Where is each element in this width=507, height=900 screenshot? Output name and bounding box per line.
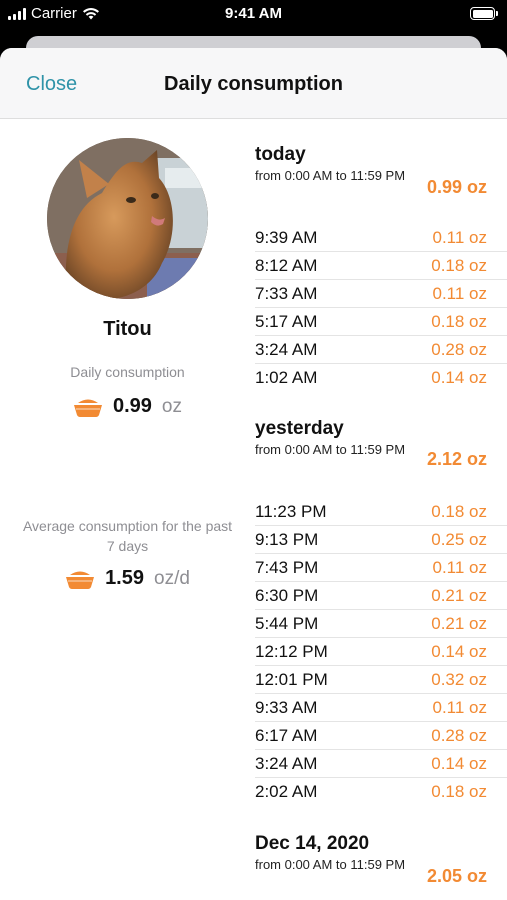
consumption-entry[interactable]: 5:44 PM 0.21 oz	[255, 610, 507, 638]
entry-time: 5:44 PM	[255, 614, 319, 633]
entry-amount: 0.11 oz	[432, 558, 487, 577]
consumption-entry[interactable]: 9:13 PM 0.25 oz	[255, 526, 507, 554]
average-consumption-stat: 1.59 oz/d	[0, 567, 255, 590]
consumption-entry[interactable]: 11:23 PM 0.18 oz	[255, 498, 507, 526]
nav-bar: Close Daily consumption	[0, 48, 507, 119]
day-total: 2.12 oz	[426, 449, 487, 469]
entry-time: 2:02 AM	[255, 782, 318, 801]
entry-amount: 0.21 oz	[431, 586, 487, 605]
average-consumption-unit: oz/d	[154, 567, 190, 589]
entry-time: 6:30 PM	[255, 586, 319, 605]
consumption-entry[interactable]: 6:30 PM 0.21 oz	[255, 582, 507, 610]
average-consumption-value: 1.59	[105, 567, 144, 589]
day-title: yesterday	[255, 418, 344, 439]
consumption-entry[interactable]: 9:39 AM 0.11 oz	[255, 224, 507, 252]
entry-time: 3:24 AM	[255, 754, 318, 773]
consumption-sheet: Close Daily consumption Titou Daily cons…	[0, 48, 507, 900]
consumption-entry[interactable]: 9:33 AM 0.11 oz	[255, 694, 507, 722]
pet-avatar	[47, 138, 208, 299]
entry-amount: 0.28 oz	[431, 340, 487, 359]
daily-consumption-unit: oz	[161, 395, 182, 417]
consumption-entry[interactable]: 6:17 AM 0.28 oz	[255, 722, 507, 750]
bowl-icon	[66, 571, 95, 589]
consumption-entry[interactable]: 7:43 PM 0.11 oz	[255, 554, 507, 582]
day-range: from 0:00 AM to 11:59 PM	[255, 168, 406, 183]
day-range: from 0:00 AM to 11:59 PM	[255, 857, 406, 872]
entry-amount: 0.32 oz	[431, 670, 487, 689]
entry-amount: 0.18 oz	[431, 312, 487, 331]
entry-amount: 0.14 oz	[431, 368, 487, 387]
entry-amount: 0.11 oz	[432, 284, 487, 303]
bowl-icon	[73, 399, 102, 417]
entry-time: 3:24 AM	[255, 340, 318, 359]
day-total: 2.05 oz	[426, 866, 487, 886]
entry-time: 7:43 PM	[255, 558, 319, 577]
entry-time: 12:12 PM	[255, 642, 328, 661]
entry-amount: 0.11 oz	[432, 228, 487, 247]
day-total: 0.99 oz	[426, 177, 487, 197]
average-consumption-label: Average consumption for the past 7 days	[22, 518, 233, 554]
daily-consumption-label: Daily consumption	[70, 364, 185, 380]
entry-time: 6:17 AM	[255, 726, 318, 745]
page-title: Daily consumption	[164, 73, 343, 95]
entry-amount: 0.28 oz	[431, 726, 487, 745]
consumption-entry[interactable]: 7:33 AM 0.11 oz	[255, 280, 507, 308]
entry-amount: 0.18 oz	[431, 256, 487, 275]
entry-amount: 0.14 oz	[431, 642, 487, 661]
day-range: from 0:00 AM to 11:59 PM	[255, 442, 406, 457]
entry-time: 7:33 AM	[255, 284, 318, 303]
day-header: today from 0:00 AM to 11:59 PM 0.99 oz	[255, 144, 507, 197]
phone-screen: Carrier 9:41 AM Close Daily consumption	[0, 0, 507, 900]
pet-name: Titou	[103, 318, 152, 340]
status-time: 9:41 AM	[225, 5, 282, 22]
entry-time: 9:13 PM	[255, 530, 319, 549]
entry-time: 9:39 AM	[255, 228, 318, 247]
entry-time: 9:33 AM	[255, 698, 318, 717]
entry-amount: 0.21 oz	[431, 614, 487, 633]
day-header: yesterday from 0:00 AM to 11:59 PM 2.12 …	[255, 418, 507, 469]
consumption-entry[interactable]: 8:12 AM 0.18 oz	[255, 252, 507, 280]
entry-amount: 0.11 oz	[432, 698, 487, 717]
entry-time: 12:01 PM	[255, 670, 328, 689]
consumption-entry[interactable]: 3:24 AM 0.28 oz	[255, 336, 507, 364]
consumption-entry[interactable]: 12:01 PM 0.32 oz	[255, 666, 507, 694]
entry-time: 1:02 AM	[255, 368, 318, 387]
battery-icon	[470, 7, 498, 20]
day-title: today	[255, 144, 306, 165]
consumption-entry[interactable]: 3:24 AM 0.14 oz	[255, 750, 507, 778]
day-title: Dec 14, 2020	[255, 833, 370, 854]
daily-consumption-value: 0.99	[112, 395, 152, 417]
entry-time: 5:17 AM	[255, 312, 318, 331]
status-bar: Carrier 9:41 AM	[0, 0, 507, 30]
entry-amount: 0.14 oz	[431, 754, 487, 773]
entry-amount: 0.18 oz	[431, 502, 487, 521]
entry-time: 11:23 PM	[255, 502, 327, 521]
consumption-entry[interactable]: 5:17 AM 0.18 oz	[255, 308, 507, 336]
entry-time: 8:12 AM	[255, 256, 318, 275]
daily-consumption-stat: 0.99 oz	[0, 395, 255, 418]
day-header: Dec 14, 2020 from 0:00 AM to 11:59 PM 2.…	[255, 833, 507, 886]
entry-amount: 0.18 oz	[431, 782, 487, 801]
consumption-entry[interactable]: 2:02 AM 0.18 oz	[255, 778, 507, 806]
consumption-entry[interactable]: 12:12 PM 0.14 oz	[255, 638, 507, 666]
entry-amount: 0.25 oz	[431, 530, 487, 549]
consumption-entry[interactable]: 1:02 AM 0.14 oz	[255, 364, 507, 392]
